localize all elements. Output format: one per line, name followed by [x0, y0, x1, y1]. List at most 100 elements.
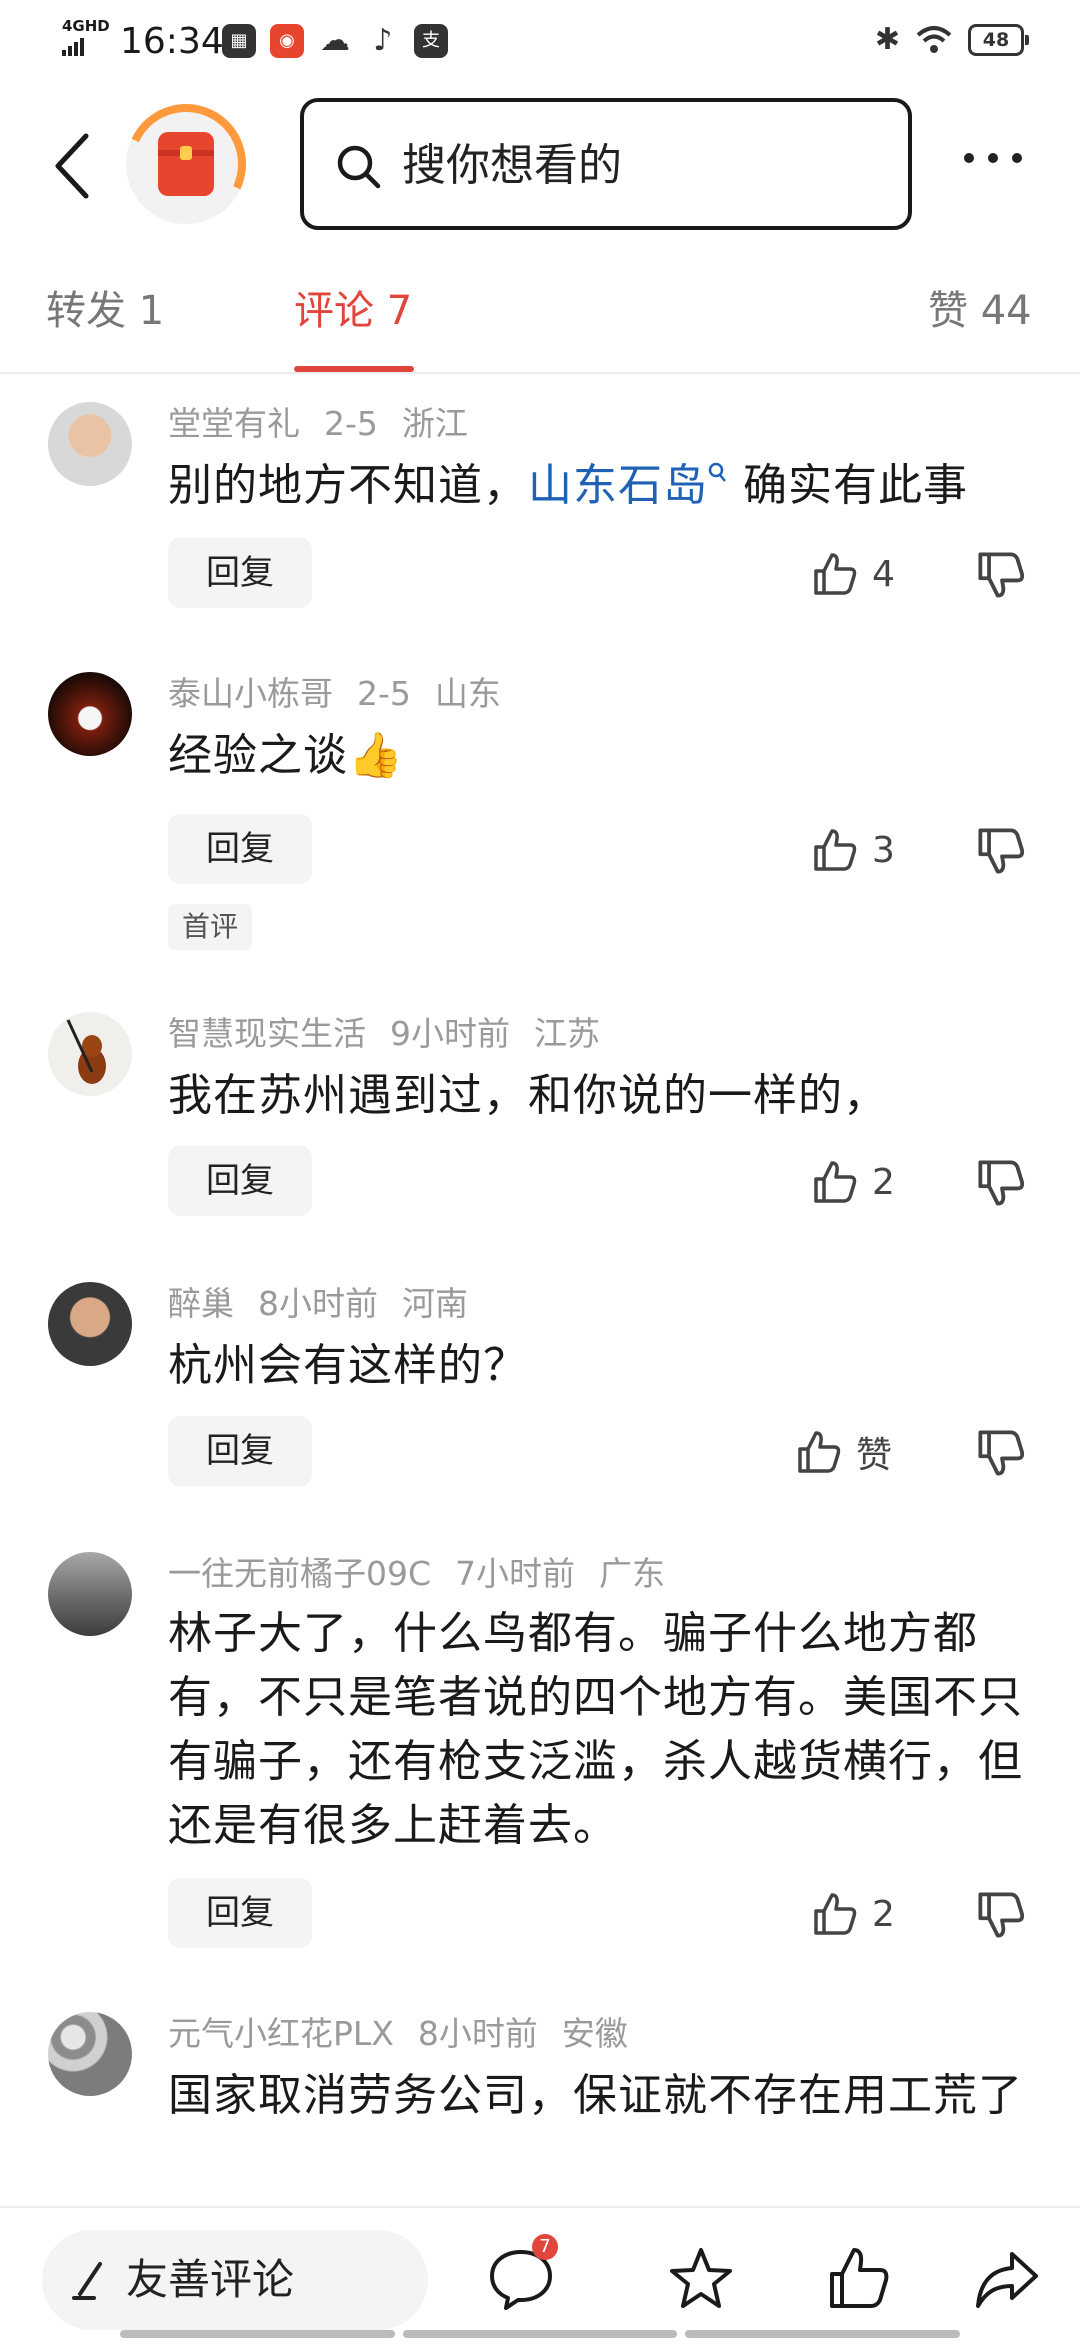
status-bar: 4GHD 16:34 ▦ ◉ ☁ ♪ 支 ✱ 48: [0, 0, 1080, 84]
home-indicator: [120, 2330, 961, 2338]
thumbs-down-icon[interactable]: [976, 1890, 1026, 1940]
bluetooth-icon: ✱: [874, 22, 900, 57]
comment-time: 7小时前: [455, 1554, 576, 1593]
alipay-icon: 支: [414, 24, 448, 58]
username[interactable]: 泰山小栋哥: [168, 674, 333, 713]
avatar[interactable]: [48, 1012, 132, 1096]
tab-reposts[interactable]: 转发 1: [46, 286, 164, 336]
more-options-icon[interactable]: [964, 148, 1028, 168]
avatar[interactable]: [48, 1552, 132, 1636]
thumbs-down-icon[interactable]: [976, 550, 1026, 600]
search-input[interactable]: [400, 132, 884, 198]
username[interactable]: 一往无前橘子09C: [168, 1554, 431, 1593]
comment-meta: 泰山小栋哥 2-5 山东: [168, 672, 525, 716]
notification-icons: ▦ ◉ ☁ ♪ 支: [222, 24, 448, 58]
like-label: 赞: [856, 1435, 893, 1476]
thumbs-down-icon[interactable]: [976, 1158, 1026, 1208]
tab-bar: 转发 1 评论 7 赞 44: [0, 262, 1080, 374]
username[interactable]: 智慧现实生活: [168, 1014, 366, 1053]
thumbs-up-icon: [814, 1161, 857, 1203]
search-icon: [337, 145, 381, 189]
red-packet-icon: [158, 132, 214, 196]
reply-button[interactable]: 回复: [168, 1146, 312, 1216]
search-box[interactable]: [300, 98, 912, 230]
comment-input-label: 友善评论: [126, 2255, 295, 2304]
avatar[interactable]: [48, 2012, 132, 2096]
comment-text-part: 确实有此事: [743, 460, 968, 511]
like-button[interactable]: 3: [812, 820, 895, 880]
thumbs-up-icon: [814, 829, 857, 871]
comment-text: 国家取消劳务公司，保证就不存在用工荒了: [168, 2070, 1023, 2121]
like-button[interactable]: 4: [812, 544, 895, 604]
battery-icon: 48: [968, 23, 1029, 56]
like-button[interactable]: 2: [812, 1884, 895, 1944]
username[interactable]: 堂堂有礼: [168, 404, 300, 443]
search-link-icon: [708, 462, 726, 482]
cloud-icon: ☁: [320, 23, 350, 58]
tab-likes[interactable]: 赞 44: [928, 286, 1032, 336]
thumbs-up-icon: [798, 1431, 841, 1473]
avatar[interactable]: [48, 1282, 132, 1366]
like-count: 4: [872, 553, 895, 595]
comment-time: 8小时前: [417, 2014, 538, 2053]
app-icon-shop: ◉: [270, 24, 304, 58]
pen-icon: [72, 2262, 102, 2300]
red-packet-button[interactable]: [109, 87, 263, 241]
reply-button[interactable]: 回复: [168, 1878, 312, 1948]
comment-time: 9小时前: [390, 1014, 510, 1053]
comment-text: 我在苏州遇到过，和你说的一样的，: [168, 1070, 888, 1121]
comment-text: 杭州会有这样的？: [168, 1340, 528, 1391]
reply-button[interactable]: 回复: [168, 538, 312, 608]
like-count: 2: [872, 1161, 895, 1203]
comment-time: 2-5: [324, 404, 378, 443]
back-arrow-icon[interactable]: [46, 126, 102, 206]
comment-meta: 智慧现实生活 9小时前 江苏: [168, 1012, 624, 1056]
comment-text: 别的地方不知道，山东石岛 确实有此事: [168, 454, 1038, 518]
avatar[interactable]: [48, 672, 132, 756]
system-indicators: ✱ 48: [874, 22, 1029, 57]
like-count: 2: [872, 1893, 895, 1935]
comment-location: 山东: [434, 674, 501, 713]
thumbs-down-icon[interactable]: [976, 1428, 1026, 1478]
comment-location: 广东: [599, 1554, 666, 1593]
tab-comments[interactable]: 评论 7: [294, 286, 412, 336]
thumbs-down-icon[interactable]: [976, 826, 1026, 876]
comment-text: 经验之谈👍: [168, 730, 404, 781]
like-button[interactable]: 赞: [796, 1422, 892, 1482]
violin-icon: [66, 1019, 106, 1084]
comment-meta: 一往无前橘子09C 7小时前 广东: [168, 1552, 689, 1596]
comment-meta: 醉巢 8小时前 河南: [168, 1282, 492, 1326]
topic-link[interactable]: 山东石岛: [528, 460, 708, 511]
thumbs-up-icon[interactable]: [824, 2244, 894, 2314]
thumbs-up-icon: [814, 1893, 857, 1935]
comment-text-part: 别的地方不知道，: [168, 460, 528, 511]
comment-meta: 元气小红花PLX 8小时前 安徽: [168, 2012, 652, 2056]
comment-location: 安徽: [561, 2014, 628, 2053]
share-icon[interactable]: [972, 2244, 1042, 2314]
comment-time: 2-5: [357, 674, 411, 713]
active-tab-indicator: [294, 366, 414, 372]
reply-button[interactable]: 回复: [168, 1416, 312, 1486]
thumbs-up-icon: [814, 553, 857, 595]
comment-input-button[interactable]: 友善评论: [42, 2230, 428, 2330]
comment-location: 浙江: [401, 404, 468, 443]
wifi-icon: [916, 25, 952, 53]
tiktok-icon: ♪: [373, 23, 393, 58]
bottom-action-bar: 友善评论 7: [0, 2206, 1080, 2342]
clock: 16:34: [120, 21, 224, 62]
avatar[interactable]: [48, 402, 132, 486]
like-count: 3: [872, 829, 895, 871]
header: [0, 84, 1080, 244]
comment-location: 江苏: [534, 1014, 600, 1053]
username[interactable]: 元气小红花PLX: [168, 2014, 394, 2053]
comment-text: 林子大了，什么鸟都有。骗子什么地方都有，不只是笔者说的四个地方有。美国不只有骗子…: [168, 1608, 1023, 1851]
signal-icon: [62, 36, 88, 56]
like-button[interactable]: 2: [812, 1152, 895, 1212]
star-icon[interactable]: [666, 2244, 736, 2314]
comment-meta: 堂堂有礼 2-5 浙江: [168, 402, 492, 446]
comment-location: 河南: [402, 1284, 468, 1323]
reply-button[interactable]: 回复: [168, 814, 312, 884]
username[interactable]: 醉巢: [168, 1284, 234, 1323]
comment-count-badge: 7: [532, 2234, 558, 2260]
comment-time: 8小时前: [258, 1284, 378, 1323]
